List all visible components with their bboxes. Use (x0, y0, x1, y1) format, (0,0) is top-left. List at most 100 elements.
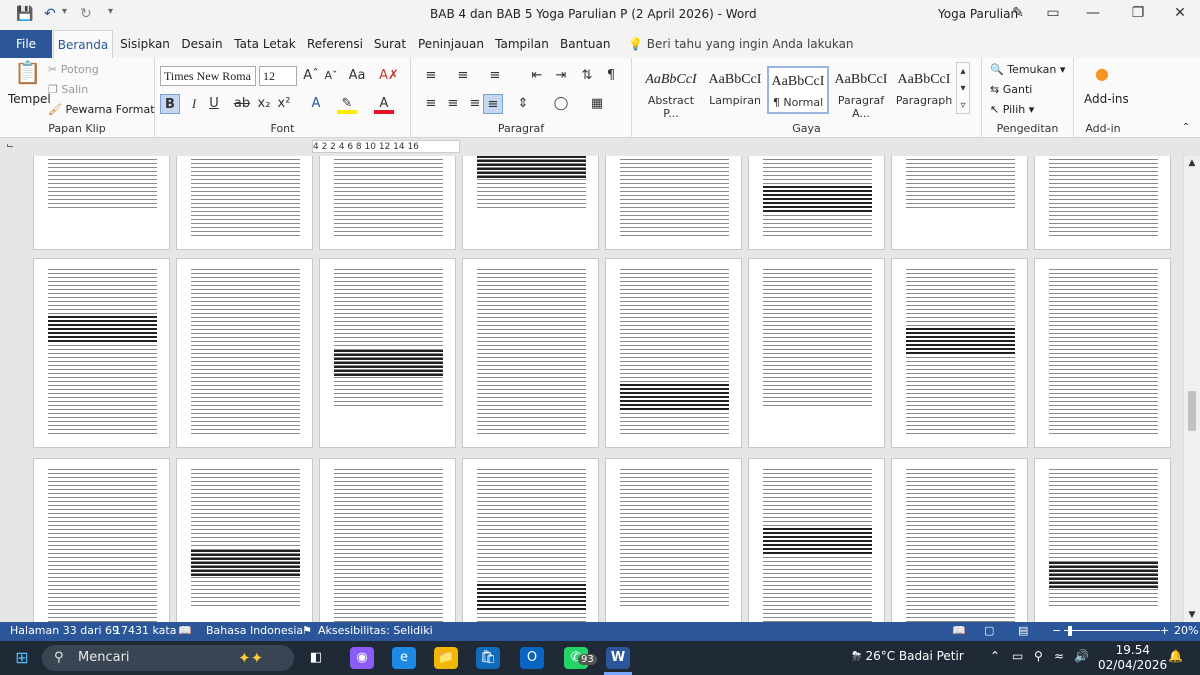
ruler-track[interactable]: 4 2 2 4 6 8 10 12 14 16 (312, 140, 460, 153)
proofing-icon[interactable]: 📖 (178, 624, 192, 637)
italic-icon[interactable]: I (184, 94, 204, 114)
font-size-select[interactable]: 12 (259, 66, 297, 86)
page-count[interactable]: Halaman 33 dari 69 (10, 624, 119, 637)
show-formatting-icon[interactable]: ¶ (601, 66, 621, 86)
zoom-level[interactable]: 20% (1174, 624, 1198, 637)
copilot-sparkle-icon[interactable]: ✦✦ (238, 647, 263, 669)
scroll-up-icon[interactable]: ▲ (1184, 156, 1200, 170)
styles-scroll-icon[interactable]: ▴ ▾ ▿ (956, 62, 970, 114)
windows-start-icon[interactable]: ⊞ (10, 647, 34, 669)
tab-file[interactable]: File (0, 30, 52, 58)
document-page-thumbnail[interactable] (891, 258, 1028, 448)
document-page-thumbnail[interactable] (176, 258, 313, 448)
format-painter-button[interactable]: 🖌 Pewarna Format (48, 103, 155, 116)
numbering-icon[interactable]: ≡ (453, 66, 473, 86)
document-page-thumbnail[interactable] (319, 458, 456, 622)
file-explorer-icon[interactable]: 📁 (434, 647, 458, 669)
store-icon[interactable]: 🛍 (476, 647, 500, 669)
tab-beranda[interactable]: Beranda (53, 30, 113, 58)
sort-icon[interactable]: ⇅ (577, 66, 597, 86)
align-left-icon[interactable]: ≡ (421, 94, 441, 114)
underline-icon[interactable]: U (204, 94, 224, 114)
document-canvas[interactable] (0, 156, 1183, 622)
paste-icon[interactable]: 📋 (14, 63, 41, 92)
bold-icon[interactable]: B (160, 94, 180, 114)
wifi-icon[interactable]: ≈ (1054, 649, 1064, 663)
pen-icon[interactable]: ✎ (1003, 5, 1033, 21)
font-family-select[interactable]: Times New Roma (160, 66, 256, 86)
replace-button[interactable]: ⇆ Ganti (990, 83, 1032, 96)
style-abstract[interactable]: AaBbCcI Abstract P... (640, 66, 702, 120)
zoom-slider[interactable] (1064, 630, 1160, 631)
minimize-icon[interactable]: — (1078, 5, 1108, 21)
tab-desain[interactable]: Desain (180, 30, 224, 58)
copy-button[interactable]: ❐ Salin (48, 83, 88, 96)
clear-format-icon[interactable]: A✗ (379, 66, 399, 86)
accessibility-status[interactable]: Aksesibilitas: Selidiki (318, 624, 433, 637)
location-icon[interactable]: ⚲ (1034, 649, 1043, 663)
document-page-thumbnail[interactable] (462, 156, 599, 250)
word-count[interactable]: 17431 kata (114, 624, 176, 637)
grow-font-icon[interactable]: Aˆ (301, 66, 321, 86)
increase-indent-icon[interactable]: ⇥ (551, 66, 571, 86)
document-page-thumbnail[interactable] (33, 156, 170, 250)
document-page-thumbnail[interactable] (605, 156, 742, 250)
save-icon[interactable]: 💾 (16, 6, 33, 22)
document-page-thumbnail[interactable] (462, 458, 599, 622)
tab-referensi[interactable]: Referensi (305, 30, 365, 58)
zoom-slider-thumb[interactable] (1068, 626, 1072, 636)
zoom-out-icon[interactable]: − (1052, 624, 1061, 637)
document-page-thumbnail[interactable] (176, 156, 313, 250)
undo-dropdown-icon[interactable]: ▾ (62, 6, 67, 17)
font-color-icon[interactable]: A (374, 94, 394, 114)
document-page-thumbnail[interactable] (319, 156, 456, 250)
document-page-thumbnail[interactable] (605, 258, 742, 448)
document-page-thumbnail[interactable] (1034, 156, 1171, 250)
document-page-thumbnail[interactable] (319, 258, 456, 448)
style-paragraf-a[interactable]: AaBbCcI Paragraf A... (830, 66, 892, 120)
line-spacing-icon[interactable]: ⇕ (513, 94, 533, 114)
tab-bantuan[interactable]: Bantuan (560, 30, 610, 58)
clock[interactable]: 19.54 02/04/2026 (1098, 643, 1167, 673)
highlight-icon[interactable]: ✎ (337, 94, 357, 114)
read-mode-icon[interactable]: 📖 (952, 624, 966, 637)
undo-icon[interactable]: ↶ (44, 6, 56, 22)
redo-icon[interactable]: ↻ (80, 6, 92, 22)
tab-sisipkan[interactable]: Sisipkan (118, 30, 172, 58)
find-button[interactable]: 🔍 Temukan ▾ (990, 63, 1065, 76)
paste-button[interactable]: Tempel (8, 92, 51, 106)
scroll-thumb[interactable] (1188, 391, 1196, 431)
style-normal[interactable]: AaBbCcI ¶ Normal (767, 66, 829, 114)
word-taskbar-icon[interactable]: W (606, 647, 630, 669)
document-page-thumbnail[interactable] (605, 458, 742, 622)
cut-button[interactable]: ✂ Potong (48, 63, 99, 76)
addins-icon[interactable]: ● (1092, 64, 1112, 84)
outlook-icon[interactable]: O (520, 647, 544, 669)
tab-surat[interactable]: Surat (372, 30, 408, 58)
document-page-thumbnail[interactable] (33, 258, 170, 448)
align-right-icon[interactable]: ≡ (465, 94, 485, 114)
justify-icon[interactable]: ≡ (483, 94, 503, 114)
show-hidden-icons[interactable]: ⌃ (990, 649, 1000, 663)
document-page-thumbnail[interactable] (748, 156, 885, 250)
superscript-icon[interactable]: x² (274, 94, 294, 114)
scroll-down-icon[interactable]: ▼ (1184, 608, 1200, 622)
battery-icon[interactable]: ▭ (1012, 649, 1023, 663)
borders-icon[interactable]: ▦ (587, 94, 607, 114)
accessibility-icon[interactable]: ⚑ (302, 624, 312, 637)
document-page-thumbnail[interactable] (1034, 258, 1171, 448)
change-case-icon[interactable]: Aa (347, 66, 367, 86)
close-icon[interactable]: ✕ (1165, 5, 1195, 21)
document-page-thumbnail[interactable] (1034, 458, 1171, 622)
weather-widget[interactable]: ⛈ 26°C Badai Petir (852, 649, 964, 664)
collapse-ribbon-icon[interactable]: ⌃ (1176, 118, 1196, 138)
document-page-thumbnail[interactable] (33, 458, 170, 622)
customize-toolbar-icon[interactable]: ▾ (108, 6, 113, 17)
tab-selector-icon[interactable]: ⌙ (2, 138, 18, 154)
edge-icon[interactable]: e (392, 647, 416, 669)
align-center-icon[interactable]: ≡ (443, 94, 463, 114)
task-view-icon[interactable]: ◧ (304, 647, 328, 669)
select-button[interactable]: ↖ Pilih ▾ (990, 103, 1034, 116)
addins-button[interactable]: Add-ins (1084, 92, 1129, 106)
zoom-in-icon[interactable]: + (1160, 624, 1169, 637)
